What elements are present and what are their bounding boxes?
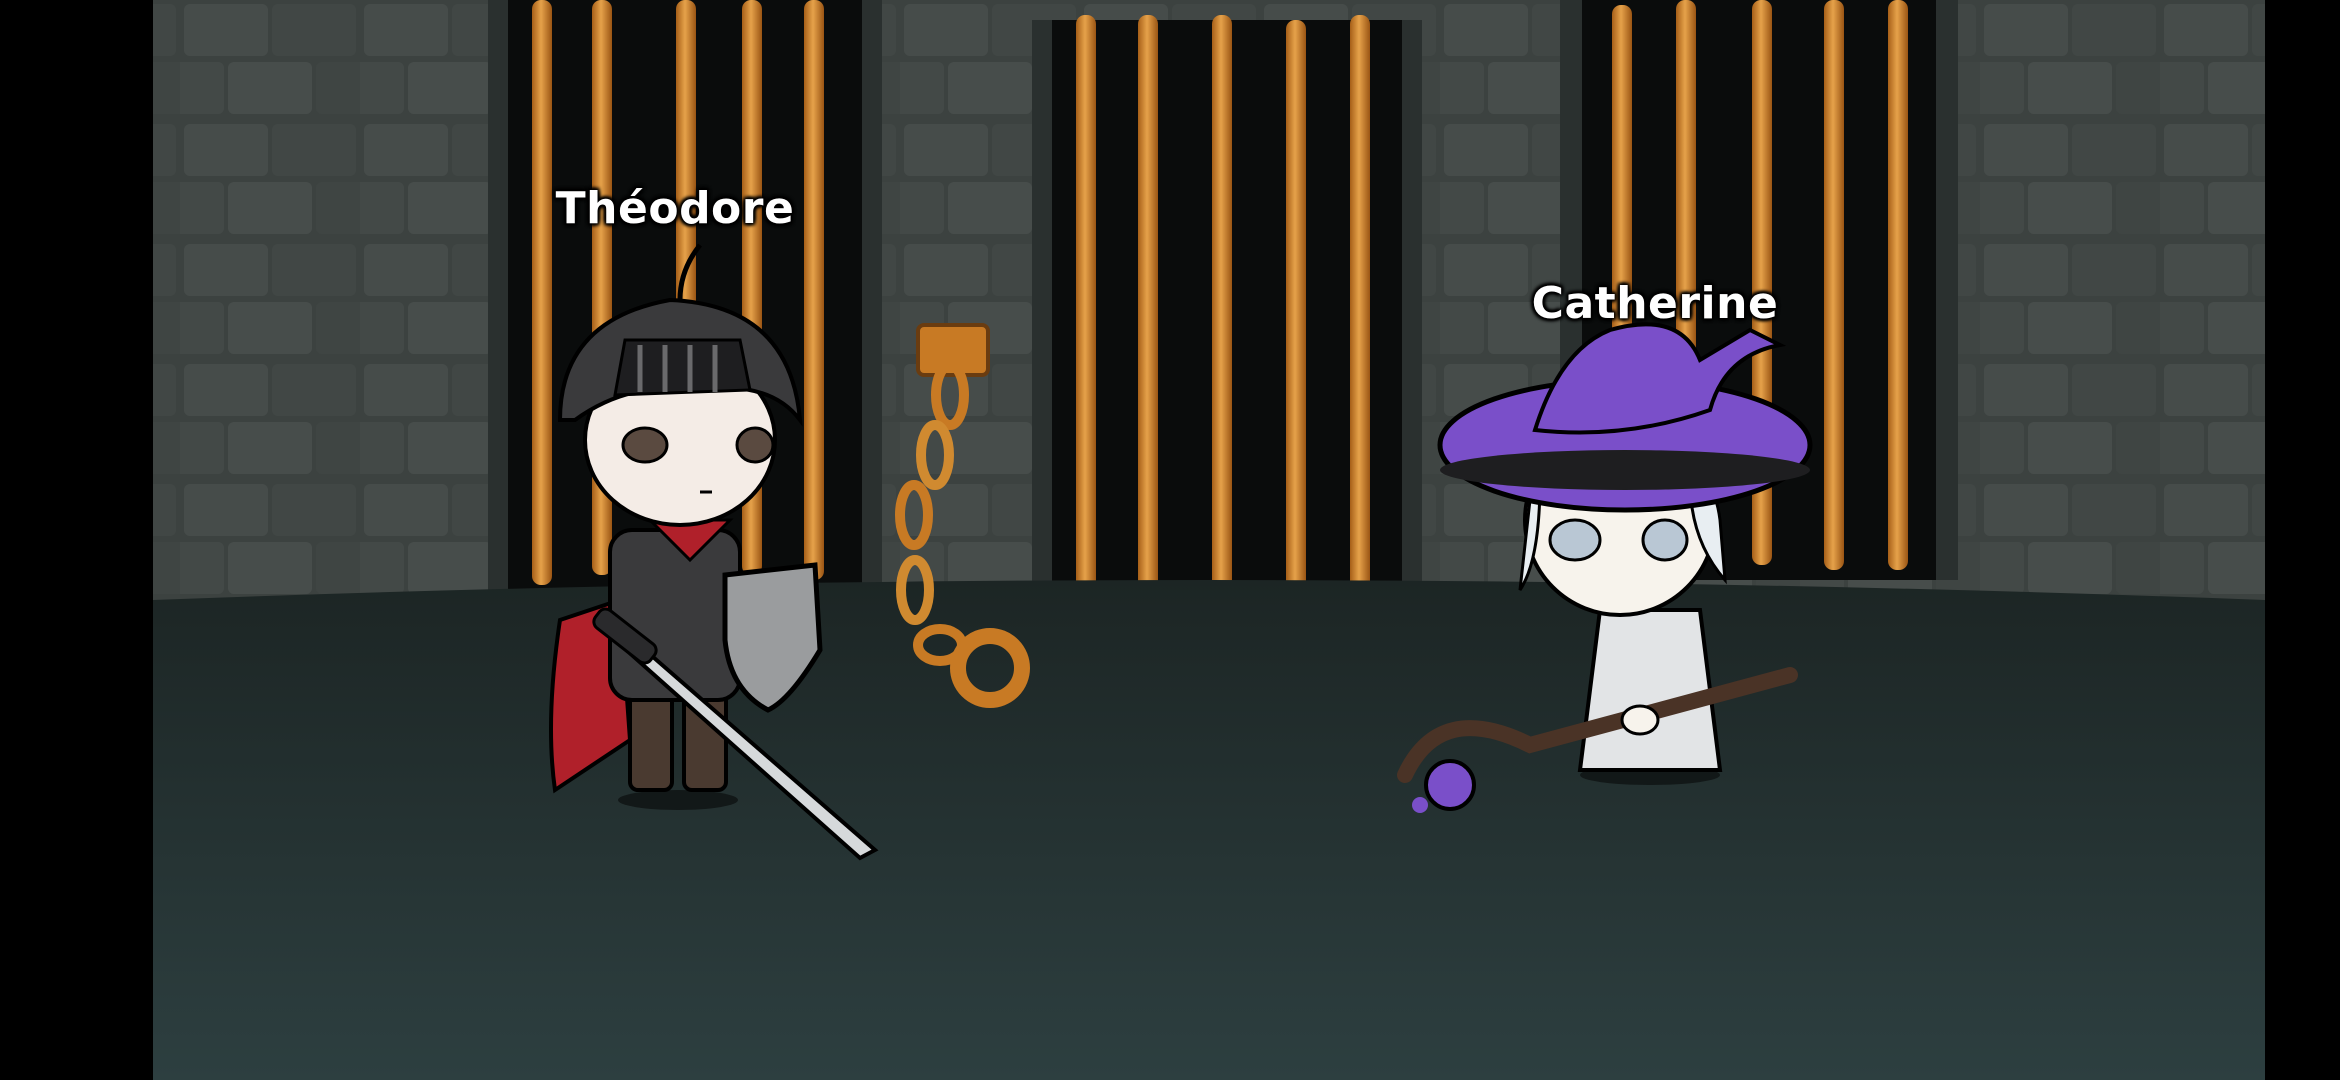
dungeon-scene: [0, 0, 2340, 1080]
game-viewport[interactable]: Théodore Catherine: [0, 0, 2340, 1080]
character-name-catherine: Catherine: [1531, 278, 1779, 329]
dungeon-floor: [153, 580, 2265, 1080]
character-name-theodore: Théodore: [555, 183, 795, 234]
